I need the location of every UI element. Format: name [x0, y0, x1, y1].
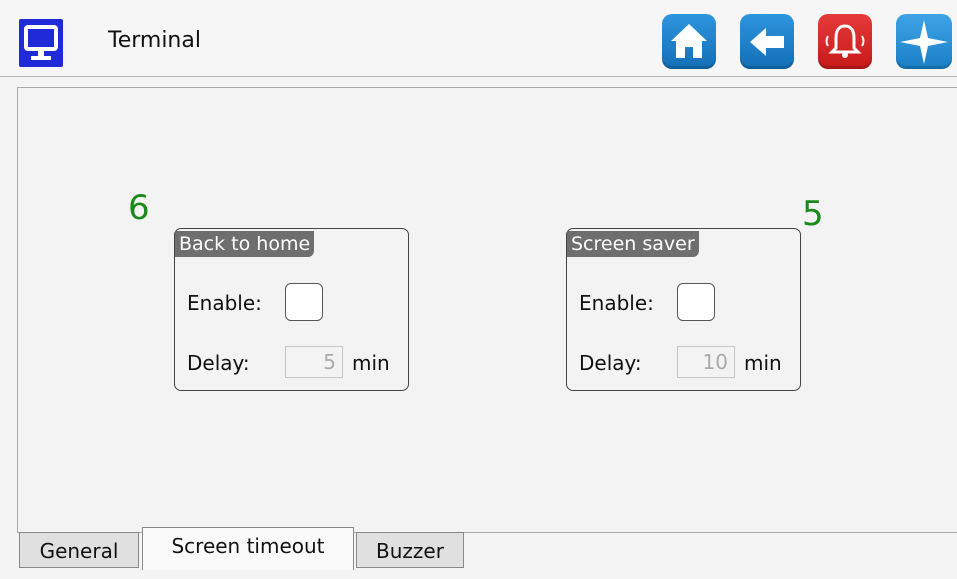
back-to-home-group: Back to home Enable: Delay: 5 min: [174, 228, 409, 391]
settings-panel: [17, 87, 957, 533]
annotation-number-left: 6: [128, 188, 150, 228]
screen-saver-delay-label: Delay:: [579, 351, 642, 375]
bell-alarm-icon: [825, 24, 865, 58]
header-bar: Terminal: [0, 0, 957, 77]
tab-general[interactable]: General: [19, 532, 139, 568]
screen-saver-enable-label: Enable:: [579, 291, 654, 315]
monitor-icon: [19, 19, 63, 67]
tab-buzzer[interactable]: Buzzer: [356, 532, 464, 568]
home-button[interactable]: [662, 14, 716, 69]
back-to-home-delay-input[interactable]: 5: [285, 346, 343, 378]
navigation-button[interactable]: [896, 14, 952, 69]
screen-saver-group: Screen saver Enable: Delay: 10 min: [566, 228, 801, 391]
tab-screen-timeout[interactable]: Screen timeout: [142, 527, 354, 570]
screen-saver-title: Screen saver: [567, 231, 699, 257]
back-arrow-icon: [750, 28, 784, 56]
home-icon: [671, 24, 707, 58]
back-to-home-enable-label: Enable:: [187, 291, 262, 315]
screen-saver-delay-input[interactable]: 10: [677, 346, 735, 378]
back-to-home-title: Back to home: [175, 231, 315, 257]
screen-saver-unit-label: min: [744, 351, 782, 375]
back-to-home-unit-label: min: [352, 351, 390, 375]
compass-icon: [900, 20, 948, 64]
page-title: Terminal: [108, 28, 201, 53]
back-to-home-delay-label: Delay:: [187, 351, 250, 375]
back-button[interactable]: [740, 14, 794, 69]
screen-saver-enable-checkbox[interactable]: [677, 283, 715, 321]
annotation-number-right: 5: [802, 194, 824, 234]
alarm-button[interactable]: [818, 14, 872, 69]
back-to-home-enable-checkbox[interactable]: [285, 283, 323, 321]
